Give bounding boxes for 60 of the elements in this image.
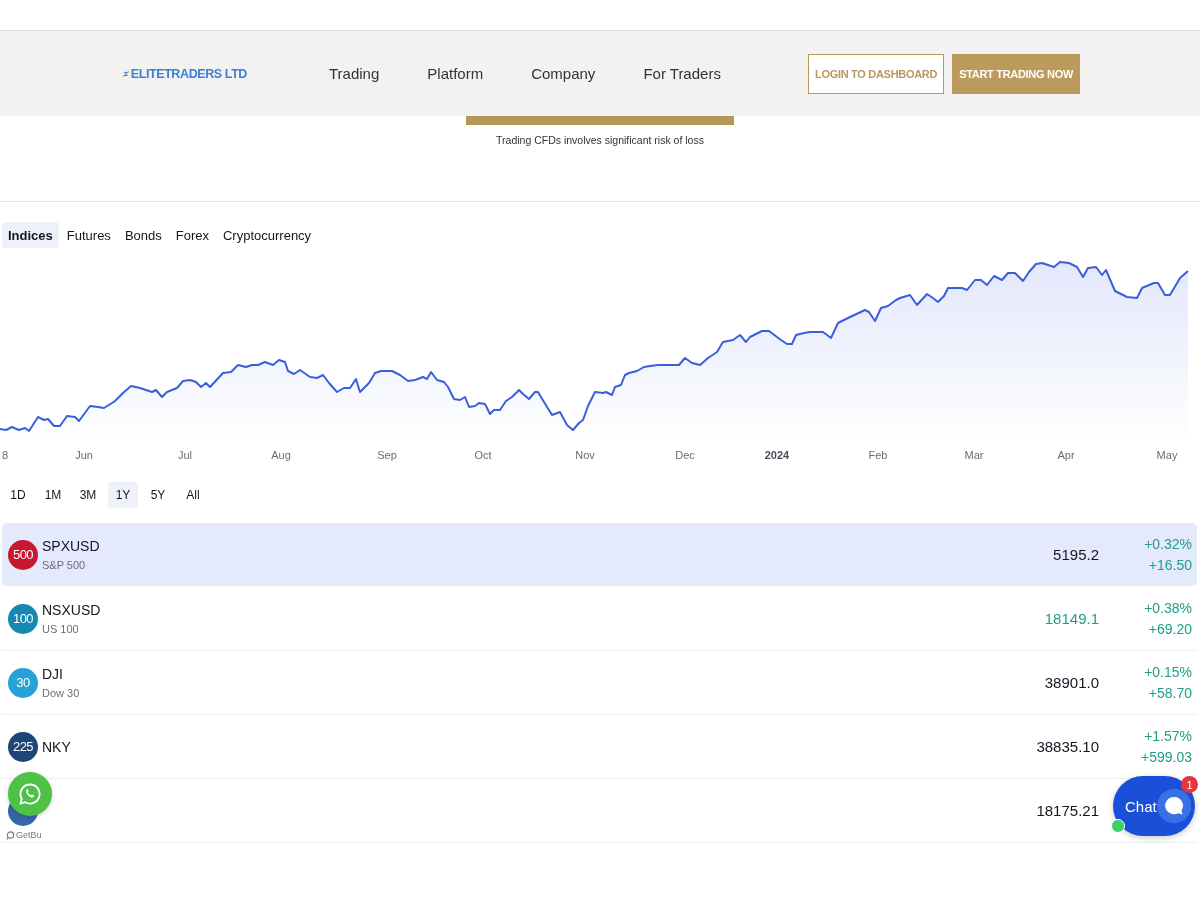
nav-link[interactable]: Platform (427, 65, 484, 82)
logo-text[interactable]: ELITETRADERS LTD (130, 66, 247, 81)
axis-label: Feb (868, 449, 888, 461)
change-amount: +69.20 (1148, 620, 1192, 638)
price-value: 18175.21 (1036, 802, 1099, 819)
index-badge: 30 (8, 667, 38, 698)
chat-bubble-icon (1156, 787, 1191, 825)
index-badge: 500 (8, 539, 38, 570)
loop-icon (6, 830, 15, 840)
index-name: US 100 (42, 622, 79, 636)
change-percent: +0.38% (1144, 599, 1192, 617)
widget-caption: GetBu (16, 830, 42, 840)
price-value: 38901.0 (1044, 674, 1099, 691)
axis-label: Mar (964, 449, 984, 461)
change-percent: +0.32% (1144, 535, 1192, 553)
axis-label: Dec (675, 449, 695, 461)
change-percent: +0.15% (1144, 663, 1192, 681)
axis-label: Jun (75, 449, 93, 461)
axis-label: Nov (575, 449, 595, 461)
axis-label: Aug (271, 449, 291, 461)
axis-label: Sep (377, 449, 397, 461)
axis-label: 8 (1, 449, 9, 461)
ticker-symbol: SPXUSD (42, 537, 100, 554)
ticker-symbol: DJI (42, 665, 63, 682)
price-value: 38835.10 (1036, 738, 1099, 755)
category-tab[interactable]: Futures (60, 222, 117, 248)
range-tab[interactable]: 1M (38, 482, 68, 508)
axis-label: Apr (1057, 449, 1075, 461)
range-tab[interactable]: 1Y (108, 482, 138, 508)
category-tab[interactable]: Forex (169, 222, 215, 248)
range-tab[interactable]: 1D (3, 482, 33, 508)
nav-link[interactable]: Company (531, 65, 596, 82)
axis-label: May (1156, 449, 1178, 461)
change-amount: +58.70 (1148, 684, 1192, 702)
axis-label: Jul (177, 449, 193, 461)
phone-bubble-icon (18, 782, 42, 806)
notification-badge: 1 (1181, 776, 1198, 793)
ticker-symbol: NKY (42, 738, 71, 755)
index-name: S&P 500 (42, 558, 86, 572)
phone-chat-button[interactable] (8, 772, 52, 816)
range-tab[interactable]: 3M (73, 482, 103, 508)
nav-link[interactable]: For Traders (643, 65, 721, 82)
range-tab[interactable]: 5Y (143, 482, 173, 508)
index-badge: 225 (8, 731, 38, 762)
change-percent: +1.57% (1144, 727, 1192, 745)
axis-label: 2024 (764, 449, 790, 461)
axis-label: Oct (474, 449, 492, 461)
category-tab[interactable]: Cryptocurrency (217, 222, 318, 248)
range-tab[interactable]: All (178, 482, 208, 508)
change-amount: +599.03 (1141, 748, 1192, 766)
ticker-symbol: NSXUSD (42, 601, 101, 618)
category-tab[interactable]: Indices (2, 222, 59, 248)
change-amount: +16.50 (1148, 556, 1192, 574)
category-tab[interactable]: Bonds (118, 222, 168, 248)
risk-notice: Trading CFDs involves significant risk of loss (495, 133, 705, 147)
price-value: 5195.2 (1053, 546, 1099, 563)
index-badge: 100 (8, 603, 38, 634)
price-value: 18149.1 (1044, 610, 1099, 627)
nav-link[interactable]: Trading (329, 65, 380, 82)
index-name: Dow 30 (42, 686, 80, 700)
